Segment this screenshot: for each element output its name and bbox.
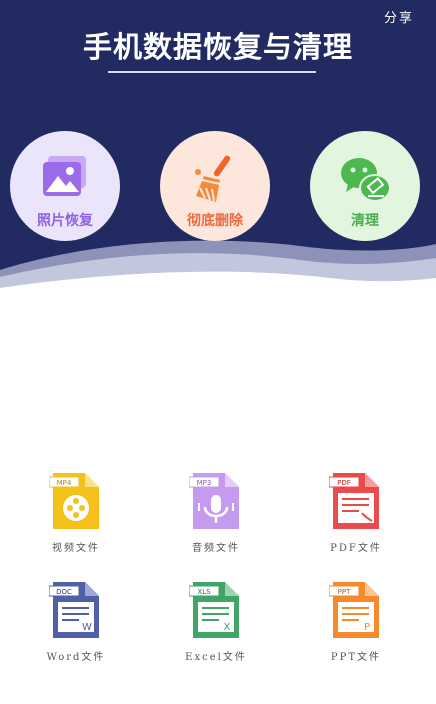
excel-file-button[interactable]: XLS X Excel文件 — [166, 578, 266, 663]
audio-file-icon: MP3 — [189, 473, 239, 529]
excel-file-tag: XLS — [197, 588, 211, 596]
title-underline — [108, 71, 316, 73]
svg-text:X: X — [224, 622, 231, 633]
word-file-button[interactable]: DOC W Word文件 — [26, 578, 126, 663]
page-title: 手机数据恢复与清理 — [82, 30, 353, 64]
audio-file-label: 音频文件 — [192, 543, 240, 554]
svg-text:W: W — [82, 622, 92, 633]
word-file-tag: DOC — [56, 588, 72, 596]
broom-icon — [195, 155, 231, 202]
svg-text:P: P — [364, 622, 370, 633]
excel-file-label: Excel文件 — [185, 652, 247, 663]
pdf-file-label: PDF文件 — [330, 543, 382, 554]
video-file-button[interactable]: MP4 视频文件 — [26, 469, 126, 554]
pdf-file-tag: PDF — [337, 479, 351, 487]
permanent-delete-button[interactable]: 彻底删除 — [160, 131, 270, 241]
video-file-icon: MP4 — [49, 473, 99, 529]
permanent-delete-label: 彻底删除 — [187, 213, 243, 229]
audio-file-button[interactable]: MP3 音频文件 — [166, 469, 266, 554]
video-file-label: 视频文件 — [52, 543, 100, 554]
word-file-label: Word文件 — [46, 652, 106, 663]
clean-button[interactable]: 清理 — [310, 131, 420, 241]
photo-gallery-icon — [43, 156, 86, 196]
wave-decoration — [0, 240, 436, 300]
excel-file-icon: XLS X — [189, 582, 239, 638]
ppt-file-label: PPT文件 — [330, 652, 382, 663]
photo-recovery-label: 照片恢复 — [37, 213, 93, 229]
pdf-file-icon: PDF — [329, 473, 379, 529]
wechat-clean-icon — [341, 158, 391, 202]
clean-label: 清理 — [351, 213, 379, 229]
video-file-tag: MP4 — [57, 479, 72, 487]
ppt-file-icon: PPT P — [329, 582, 379, 638]
ppt-file-button[interactable]: PPT P PPT文件 — [306, 578, 406, 663]
audio-file-tag: MP3 — [197, 479, 212, 487]
ppt-file-tag: PPT — [338, 588, 351, 596]
pdf-file-button[interactable]: PDF PDF文件 — [306, 469, 406, 554]
word-file-icon: DOC W — [49, 582, 99, 638]
photo-recovery-button[interactable]: 照片恢复 — [10, 131, 120, 241]
